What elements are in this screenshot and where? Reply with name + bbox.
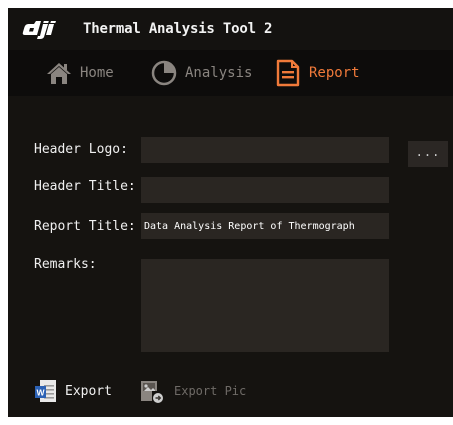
tab-analysis[interactable]: Analysis (149, 50, 252, 96)
title-bar: Thermal Analysis Tool 2 (8, 8, 453, 50)
header-title-field[interactable] (141, 177, 389, 203)
export-label: Export (65, 383, 112, 399)
header-title-label: Header Title: (34, 179, 136, 194)
image-export-icon (138, 378, 164, 404)
report-title-field[interactable] (141, 213, 389, 239)
export-pic-button[interactable]: Export Pic (138, 376, 246, 406)
export-button[interactable]: W Export (33, 376, 112, 406)
document-icon (273, 58, 303, 88)
tab-home-label: Home (80, 65, 114, 81)
tab-report[interactable]: Report (273, 50, 360, 96)
tab-home[interactable]: Home (44, 50, 114, 96)
remarks-label: Remarks: (34, 257, 97, 272)
word-document-icon: W (33, 378, 59, 404)
browse-logo-button[interactable]: ... (408, 141, 448, 167)
main-nav: Home Analysis Report (8, 50, 453, 96)
pie-chart-icon (149, 58, 179, 88)
tab-report-label: Report (309, 65, 360, 81)
home-icon (44, 58, 74, 88)
header-logo-label: Header Logo: (34, 142, 128, 157)
remarks-textarea[interactable] (141, 259, 389, 352)
tab-analysis-label: Analysis (185, 65, 253, 81)
dji-logo (22, 21, 72, 43)
export-pic-label: Export Pic (174, 384, 247, 398)
app-title: Thermal Analysis Tool 2 (83, 21, 273, 37)
report-title-label: Report Title: (34, 219, 136, 234)
svg-text:W: W (36, 388, 45, 398)
header-logo-field[interactable] (141, 137, 389, 163)
app-window: Thermal Analysis Tool 2 Home Analysis Re… (8, 8, 453, 417)
